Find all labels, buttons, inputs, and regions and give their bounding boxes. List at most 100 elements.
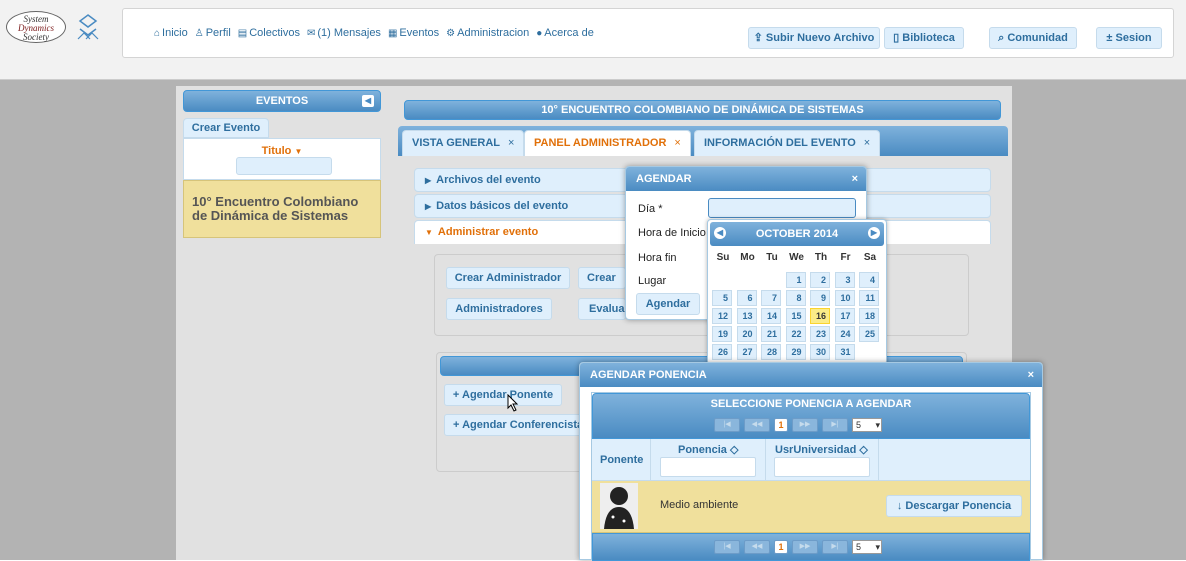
weekday-header: Su bbox=[716, 252, 730, 263]
administrators-button[interactable]: Administradores bbox=[446, 298, 552, 320]
required-mark: * bbox=[658, 203, 663, 215]
create-event-tab[interactable]: Crear Evento bbox=[183, 118, 269, 138]
calendar-day[interactable]: 4 bbox=[859, 272, 879, 288]
calendar-day[interactable]: 11 bbox=[859, 290, 879, 306]
calendar-day[interactable]: 23 bbox=[810, 326, 830, 342]
next-page-button[interactable]: ▶▶ bbox=[792, 540, 818, 554]
calendar-day[interactable]: 7 bbox=[761, 290, 781, 306]
close-icon[interactable]: × bbox=[864, 137, 870, 149]
tab-informacion-evento[interactable]: INFORMACIÓN DEL EVENTO × bbox=[694, 130, 881, 156]
tab-label: VISTA GENERAL bbox=[412, 137, 501, 149]
calendar-day[interactable]: 1 bbox=[785, 272, 806, 288]
info-icon: ● bbox=[536, 28, 543, 39]
create-evaluator-button[interactable]: Crear E bbox=[578, 267, 626, 289]
tab-vista-general[interactable]: VISTA GENERAL × bbox=[402, 130, 525, 156]
calendar-day[interactable]: 16 bbox=[810, 308, 830, 324]
calendar-day[interactable]: 31 bbox=[834, 344, 855, 360]
universidad-filter-input[interactable] bbox=[774, 457, 870, 477]
calendar-day[interactable]: 28 bbox=[761, 344, 781, 360]
calendar-day[interactable]: 5 bbox=[712, 290, 732, 306]
prev-page-button[interactable]: ◀◀ bbox=[744, 418, 770, 432]
calendar-day[interactable]: 22 bbox=[785, 326, 806, 342]
nav-acerca[interactable]: ● Acerca de bbox=[536, 27, 594, 39]
next-page-button[interactable]: ▶▶ bbox=[792, 418, 818, 432]
current-page[interactable]: 1 bbox=[774, 418, 788, 432]
tab-panel-administrador[interactable]: PANEL ADMINISTRADOR × bbox=[524, 130, 691, 156]
upload-file-button[interactable]: ⇪ Subir Nuevo Archivo bbox=[748, 27, 880, 49]
day-input[interactable] bbox=[708, 198, 856, 218]
page-title: 10° ENCUENTRO COLOMBIANO DE DINÁMICA DE … bbox=[404, 100, 1001, 120]
calendar-day[interactable]: 21 bbox=[761, 326, 781, 342]
rows-per-page-select[interactable]: 5 bbox=[852, 418, 882, 432]
column-header[interactable]: Titulo ▼ bbox=[184, 145, 380, 157]
title-column: Titulo ▼ bbox=[183, 138, 381, 180]
current-page[interactable]: 1 bbox=[774, 540, 788, 554]
calendar-day[interactable]: 20 bbox=[736, 326, 757, 342]
calendar-day[interactable]: 3 bbox=[834, 272, 855, 288]
top-bar: System Dynamics Society ⌂ Inicio ♙ Perfil … bbox=[0, 0, 1186, 80]
calendar-day[interactable]: 14 bbox=[761, 308, 781, 324]
calendar-day[interactable]: 30 bbox=[810, 344, 830, 360]
nav-administracion[interactable]: ⚙ Administracion bbox=[446, 27, 529, 39]
chevron-down-icon: ▼ bbox=[425, 228, 433, 237]
last-page-button[interactable]: ▶| bbox=[822, 418, 848, 432]
calendar-icon: ▦ bbox=[387, 28, 398, 39]
table-row[interactable]: Medio ambiente ↓ Descargar Ponencia bbox=[592, 481, 1030, 533]
rows-per-page-select[interactable]: 5 bbox=[852, 540, 882, 554]
prev-month-icon[interactable]: ◀ bbox=[714, 227, 726, 239]
day-label: Día * bbox=[638, 203, 662, 215]
nav-colectivos[interactable]: ▤ Colectivos bbox=[238, 27, 300, 39]
calendar-day[interactable]: 2 bbox=[810, 272, 830, 288]
section-label: Archivos del evento bbox=[436, 174, 541, 186]
weekday-header: Sa bbox=[863, 252, 877, 263]
community-button[interactable]: ⌕ Comunidad bbox=[989, 27, 1077, 49]
collapse-icon[interactable]: ◀ bbox=[362, 95, 374, 107]
close-icon[interactable]: × bbox=[1028, 363, 1034, 387]
close-icon[interactable]: × bbox=[674, 137, 680, 149]
calendar-day[interactable]: 18 bbox=[859, 308, 879, 324]
calendar-day[interactable]: 6 bbox=[736, 290, 757, 306]
schedule-lecturer-button[interactable]: + Agendar Conferencista bbox=[444, 414, 588, 436]
first-page-button[interactable]: |◀ bbox=[714, 540, 740, 554]
weekday-header: Th bbox=[814, 252, 828, 263]
col-universidad[interactable]: UsrUniversidad ◇ bbox=[775, 443, 868, 456]
nav-perfil[interactable]: ♙ Perfil bbox=[195, 27, 231, 39]
title-filter-input[interactable] bbox=[236, 157, 332, 175]
schedule-speaker-button[interactable]: + Agendar Ponente bbox=[444, 384, 562, 406]
calendar-day[interactable]: 17 bbox=[834, 308, 855, 324]
download-paper-button[interactable]: ↓ Descargar Ponencia bbox=[886, 495, 1022, 517]
calendar-day[interactable]: 26 bbox=[712, 344, 732, 360]
nav-mensajes[interactable]: ✉ (1) Mensajes bbox=[307, 27, 381, 39]
evaluators-button[interactable]: Evalua bbox=[578, 298, 626, 320]
last-page-button[interactable]: ▶| bbox=[822, 540, 848, 554]
calendar-day[interactable]: 10 bbox=[834, 290, 855, 306]
calendar-day[interactable]: 25 bbox=[859, 326, 879, 342]
sds-logo[interactable]: System Dynamics Society bbox=[6, 11, 66, 43]
create-admin-button[interactable]: Crear Administrador bbox=[446, 267, 570, 289]
calendar-day[interactable]: 24 bbox=[834, 326, 855, 342]
session-button[interactable]: ± Sesion bbox=[1096, 27, 1162, 49]
calendar-day[interactable]: 15 bbox=[785, 308, 806, 324]
nav-eventos[interactable]: ▦ Eventos bbox=[388, 27, 439, 39]
calendar-day[interactable]: 27 bbox=[736, 344, 757, 360]
col-ponencia[interactable]: Ponencia ◇ bbox=[678, 443, 738, 456]
library-button[interactable]: ▯ Biblioteca bbox=[884, 27, 964, 49]
next-month-icon[interactable]: ▶ bbox=[868, 227, 880, 239]
first-page-button[interactable]: |◀ bbox=[714, 418, 740, 432]
mail-icon: ✉ bbox=[306, 28, 316, 39]
close-icon[interactable]: × bbox=[508, 137, 514, 149]
calendar-day[interactable]: 8 bbox=[785, 290, 806, 306]
nav-inicio[interactable]: ⌂ Inicio bbox=[154, 27, 188, 39]
prev-page-button[interactable]: ◀◀ bbox=[744, 540, 770, 554]
calendar-day[interactable]: 13 bbox=[736, 308, 757, 324]
ponencia-filter-input[interactable] bbox=[660, 457, 756, 477]
calendar-day[interactable]: 12 bbox=[712, 308, 732, 324]
schedule-submit-button[interactable]: Agendar bbox=[636, 293, 700, 315]
calendar-day[interactable]: 9 bbox=[810, 290, 830, 306]
calendar-day[interactable]: 29 bbox=[785, 344, 806, 360]
close-icon[interactable]: × bbox=[852, 167, 858, 191]
main-nav: ⌂ Inicio ♙ Perfil ▤ Colectivos ✉ (1) Mensaje… bbox=[154, 27, 594, 39]
calendar-day[interactable]: 19 bbox=[712, 326, 732, 342]
tab-label: INFORMACIÓN DEL EVENTO bbox=[704, 137, 856, 149]
event-row[interactable]: 10° Encuentro Colombiano de Dinámica de … bbox=[183, 180, 381, 238]
